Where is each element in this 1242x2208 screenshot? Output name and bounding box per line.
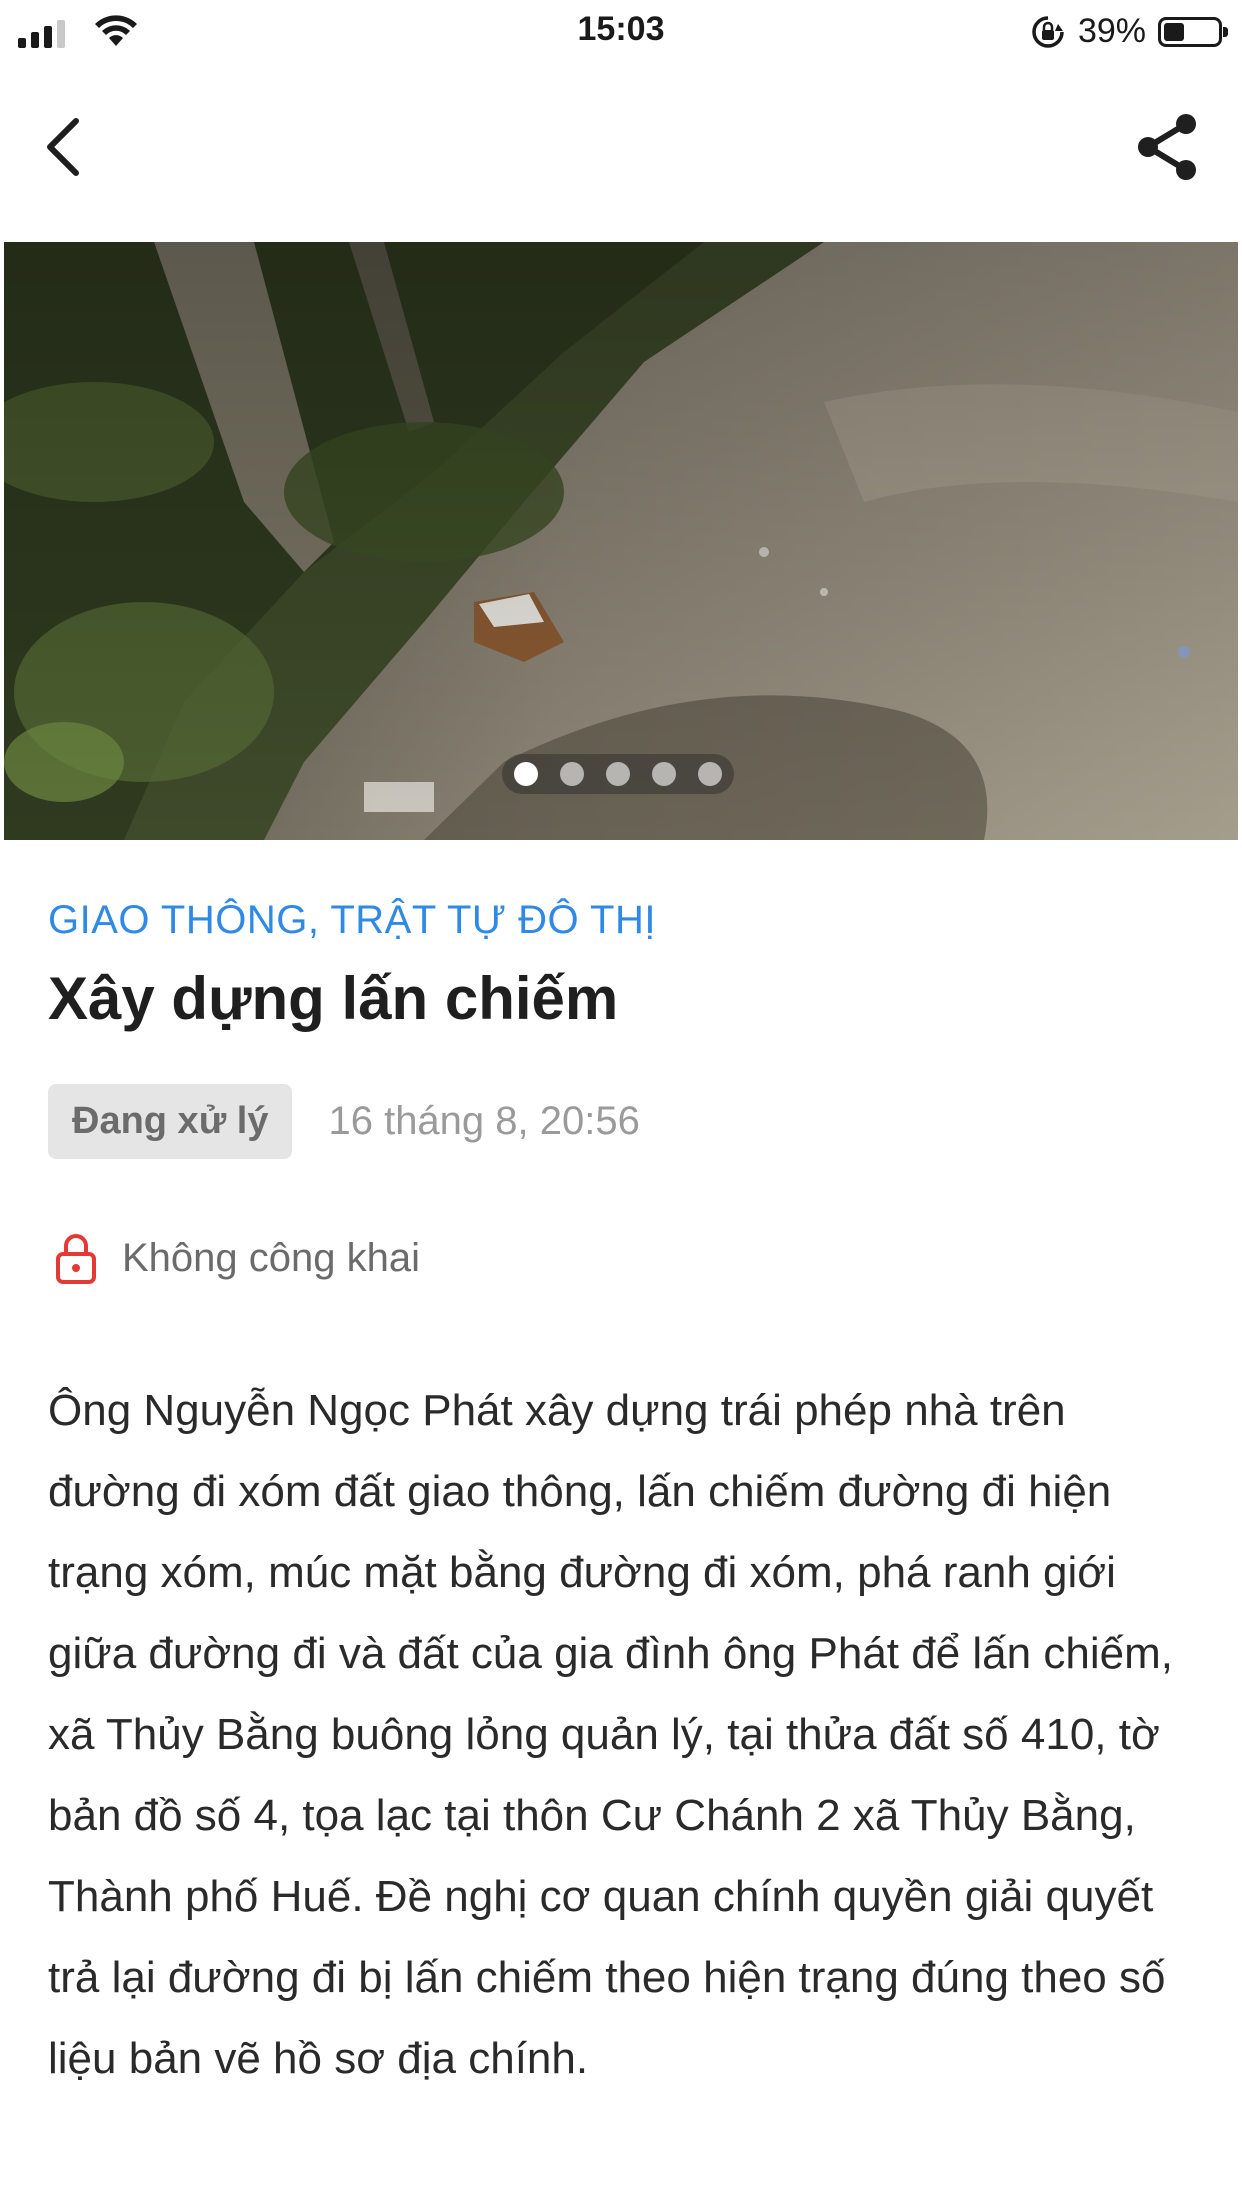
carousel-dot[interactable] [698, 762, 722, 786]
report-description: Ông Nguyễn Ngọc Phát xây dựng trái phép … [48, 1386, 1173, 2083]
back-button-chevron-left-icon[interactable] [36, 107, 96, 187]
carousel-dot[interactable] [514, 762, 538, 786]
photo-carousel[interactable] [4, 242, 1238, 840]
status-bar: 15:03 39% [0, 0, 1242, 62]
rotation-lock-icon [1032, 15, 1064, 48]
carousel-dot[interactable] [606, 762, 630, 786]
carousel-dot[interactable] [652, 762, 676, 786]
battery-percentage: 39% [1077, 12, 1146, 50]
carousel-pagination [502, 754, 734, 794]
report-meta: Đang xử lý 16 tháng 8, 20:56 [48, 1084, 640, 1159]
share-button-share-icon[interactable] [1130, 110, 1204, 184]
status-badge: Đang xử lý [48, 1084, 293, 1159]
privacy-indicator: Không công khai [54, 1232, 420, 1284]
status-bar-right: 39% [1030, 12, 1228, 51]
report-detail-screen: 15:03 39% GIAO THÔNG, TRẬT TỰ ĐÔ THỊ Xây… [0, 0, 1242, 2208]
battery-level-fill [1164, 22, 1184, 41]
report-title: Xây dựng lấn chiếm [48, 965, 619, 1032]
battery-icon [1158, 16, 1228, 47]
navigation-bar [0, 62, 1242, 240]
report-photo [4, 242, 1238, 840]
report-category: GIAO THÔNG, TRẬT TỰ ĐÔ THỊ [48, 898, 656, 942]
privacy-label: Không công khai [122, 1235, 421, 1280]
carousel-dot[interactable] [560, 762, 584, 786]
lock-icon [56, 1234, 96, 1284]
report-timestamp: 16 tháng 8, 20:56 [328, 1099, 640, 1143]
